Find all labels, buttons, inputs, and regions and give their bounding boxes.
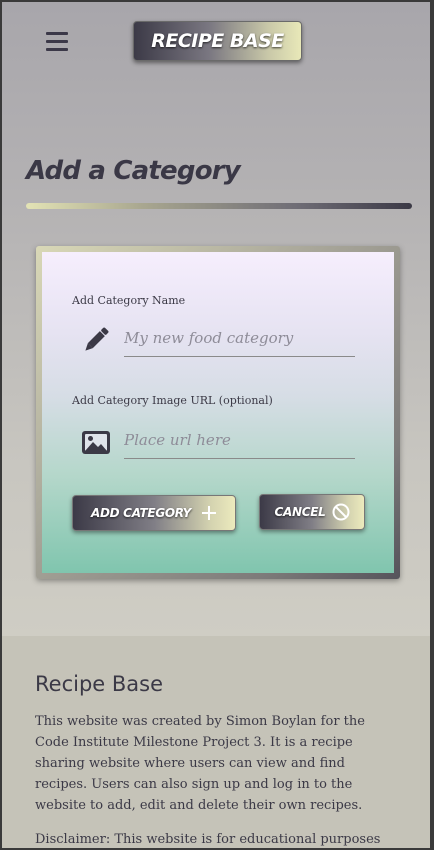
page-frame: RECIPE BASE Add a Category Add Category … bbox=[2, 2, 430, 848]
ban-icon bbox=[332, 503, 349, 521]
category-name-label: Add Category Name bbox=[72, 294, 186, 307]
brand-logo-link[interactable]: RECIPE BASE bbox=[133, 21, 302, 61]
category-name-input[interactable] bbox=[124, 320, 355, 357]
footer-title: Recipe Base bbox=[35, 672, 164, 696]
menu-bar bbox=[46, 32, 68, 35]
add-category-card: Add Category Name Add Category Image URL… bbox=[36, 246, 400, 579]
add-category-form: Add Category Name Add Category Image URL… bbox=[42, 252, 394, 573]
footer-about-text: This website was created by Simon Boylan… bbox=[35, 714, 365, 813]
plus-icon bbox=[202, 506, 216, 520]
page-title: Add a Category bbox=[26, 156, 241, 186]
menu-bar bbox=[46, 48, 68, 51]
add-category-button[interactable]: ADD CATEGORY bbox=[72, 495, 236, 531]
add-category-button-label: ADD CATEGORY bbox=[91, 506, 191, 520]
cancel-button-label: CANCEL bbox=[274, 505, 326, 519]
category-image-url-label: Add Category Image URL (optional) bbox=[72, 394, 273, 407]
cancel-button[interactable]: CANCEL bbox=[259, 494, 365, 530]
footer-disclaimer-text: Disclaimer: This website is for educatio… bbox=[35, 832, 381, 847]
image-icon bbox=[82, 431, 110, 454]
pencil-icon bbox=[85, 327, 109, 351]
site-footer: Recipe Base This website was created by … bbox=[2, 636, 430, 848]
category-image-url-input[interactable] bbox=[124, 422, 355, 459]
hamburger-menu-icon[interactable] bbox=[46, 32, 70, 52]
title-underline bbox=[26, 203, 412, 209]
menu-bar bbox=[46, 40, 68, 43]
